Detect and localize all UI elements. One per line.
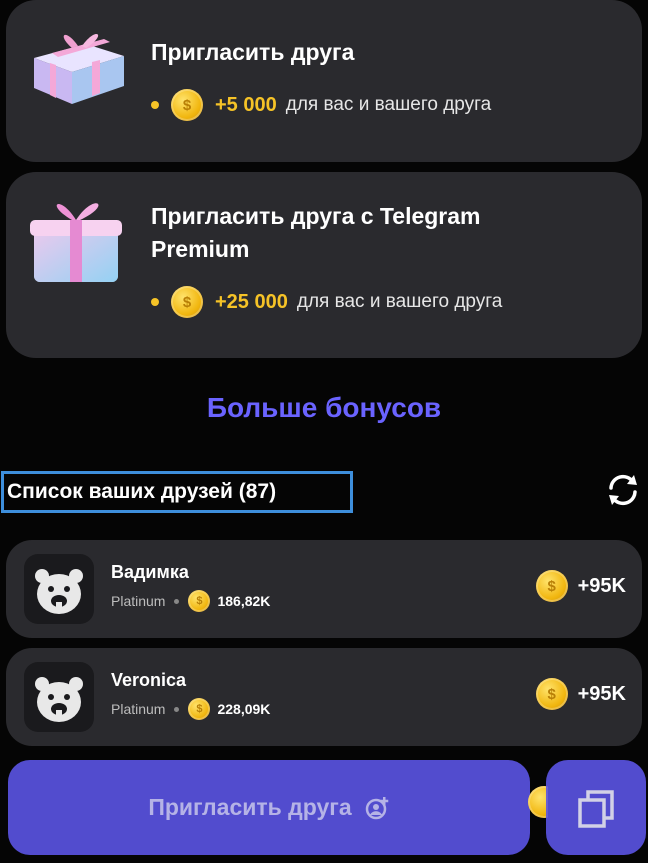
friend-name: Вадимка [111,562,189,582]
refresh-icon[interactable] [603,470,643,510]
hamster-avatar-icon [35,677,83,722]
friend-list-item[interactable]: Veronica Platinum $ 228,09K $ +95K [6,648,642,746]
copy-icon [578,789,614,828]
friend-balance: 228,09K [217,701,271,717]
coin-icon: $ [171,286,203,318]
friend-bonus-amount: +95K [577,682,626,705]
reward-description: для вас и вашего друга [285,94,492,115]
reward-row: $ +25 000 для вас и вашего друга [151,282,502,322]
reward-amount: +25 000 [215,290,288,313]
reward-description: для вас и вашего друга [296,291,503,312]
bullet-dot [151,298,159,306]
add-user-icon [365,796,388,819]
copy-link-button[interactable] [546,760,646,855]
invite-friend-button[interactable]: Пригласить друга [8,760,530,855]
friend-name: Veronica [111,670,187,690]
friend-bonus-amount: +95K [577,574,626,597]
more-bonuses-link[interactable]: Больше бонусов [0,392,648,424]
card-title: Пригласить друга [151,39,355,65]
coin-icon: $ [188,698,211,720]
coin-icon: $ [535,678,568,710]
bullet-dot [151,101,159,109]
friend-list-item[interactable]: Вадимка Platinum $ 186,82K $ +95K [6,540,642,638]
avatar [24,662,94,732]
friends-list-header: Список ваших друзей (87) [1,471,353,513]
avatar [24,554,94,624]
invite-premium-friend-card[interactable]: Пригласить друга с Telegram Premium $ +2… [6,172,642,358]
friend-league: Platinum [111,593,166,609]
hamster-avatar-icon [35,569,83,614]
friend-stats: Platinum $ 186,82K [111,589,270,613]
card-title-line-2: Premium [151,236,250,262]
coin-icon: $ [188,590,211,612]
reward-row: $ +5 000 для вас и вашего друга [151,85,491,125]
friend-balance: 186,82K [217,593,271,609]
friend-stats: Platinum $ 228,09K [111,697,270,721]
card-title-line-1: Пригласить друга с Telegram [151,203,481,229]
coin-icon [528,786,548,818]
friends-list-title: Список ваших друзей (87) [7,480,277,503]
coin-icon: $ [535,570,568,602]
separator-dot [174,706,180,712]
gift-box-icon [34,33,124,104]
invite-friend-card[interactable]: Пригласить друга $ +5 000 для вас и ваше… [6,0,642,162]
separator-dot [174,598,180,604]
reward-amount: +5 000 [215,93,277,116]
coin-icon: $ [171,89,203,121]
friend-bonus: $ +95K [535,570,626,602]
invite-button-label: Пригласить друга [148,794,352,820]
friend-bonus: $ +95K [535,678,626,710]
friend-league: Platinum [111,701,166,717]
gift-box-icon [30,203,122,282]
